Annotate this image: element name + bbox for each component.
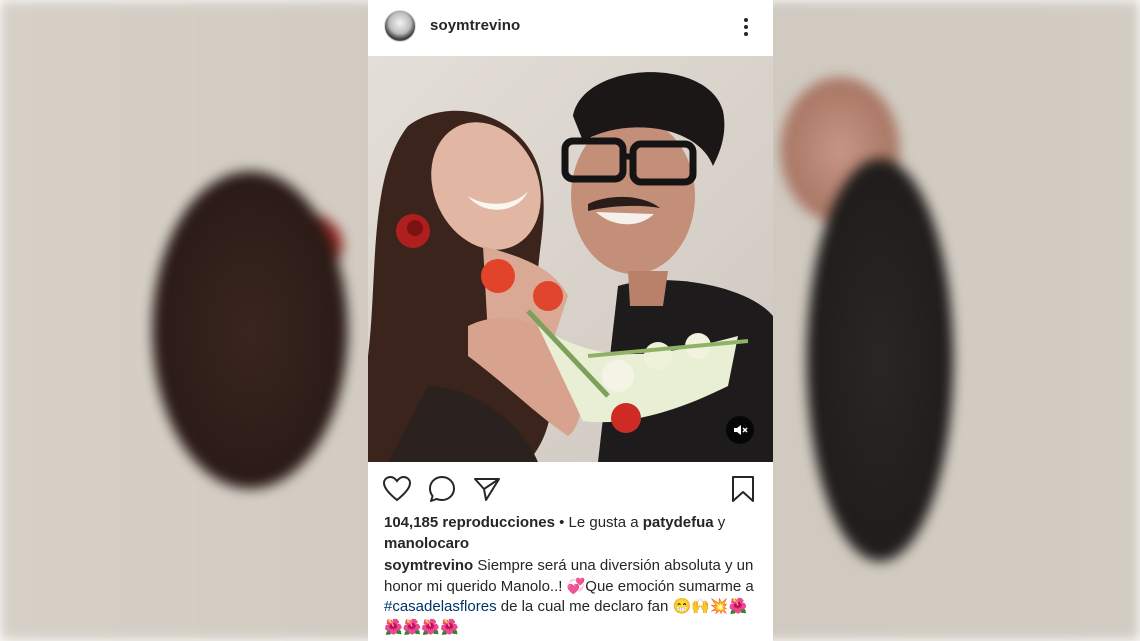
liked-by-user-link[interactable]: patydefua	[643, 514, 714, 531]
liked-by-user-link[interactable]: manolocaro	[384, 535, 469, 552]
liked-by-prefix: • Le gusta a	[554, 514, 643, 531]
post-actions	[368, 470, 773, 506]
likes-summary: 104,185 reproducciones • Le gusta a paty…	[384, 513, 759, 554]
bookmark-icon[interactable]	[728, 474, 758, 504]
post-photo	[368, 56, 773, 462]
instagram-post: soymtrevino 104,185 reproducciones • Le …	[368, 0, 773, 641]
avatar[interactable]	[384, 10, 416, 42]
post-video[interactable]	[368, 56, 773, 462]
send-icon[interactable]	[472, 474, 502, 504]
comment-icon[interactable]	[427, 474, 457, 504]
view-count[interactable]: 104,185 reproducciones	[384, 514, 555, 531]
post-caption: soymtrevino Siempre será una diversión a…	[384, 556, 759, 638]
post-username[interactable]: soymtrevino	[430, 17, 520, 34]
caption-author-link[interactable]: soymtrevino	[384, 557, 473, 574]
more-vertical-icon[interactable]	[740, 16, 752, 38]
post-header: soymtrevino	[368, 0, 773, 56]
liked-by-join: y	[713, 514, 726, 531]
volume-muted-icon[interactable]	[726, 416, 754, 444]
hashtag-link[interactable]: #casadelasflores	[384, 598, 497, 615]
heart-icon[interactable]	[382, 474, 412, 504]
post-details: 104,185 reproducciones • Le gusta a paty…	[384, 513, 759, 638]
